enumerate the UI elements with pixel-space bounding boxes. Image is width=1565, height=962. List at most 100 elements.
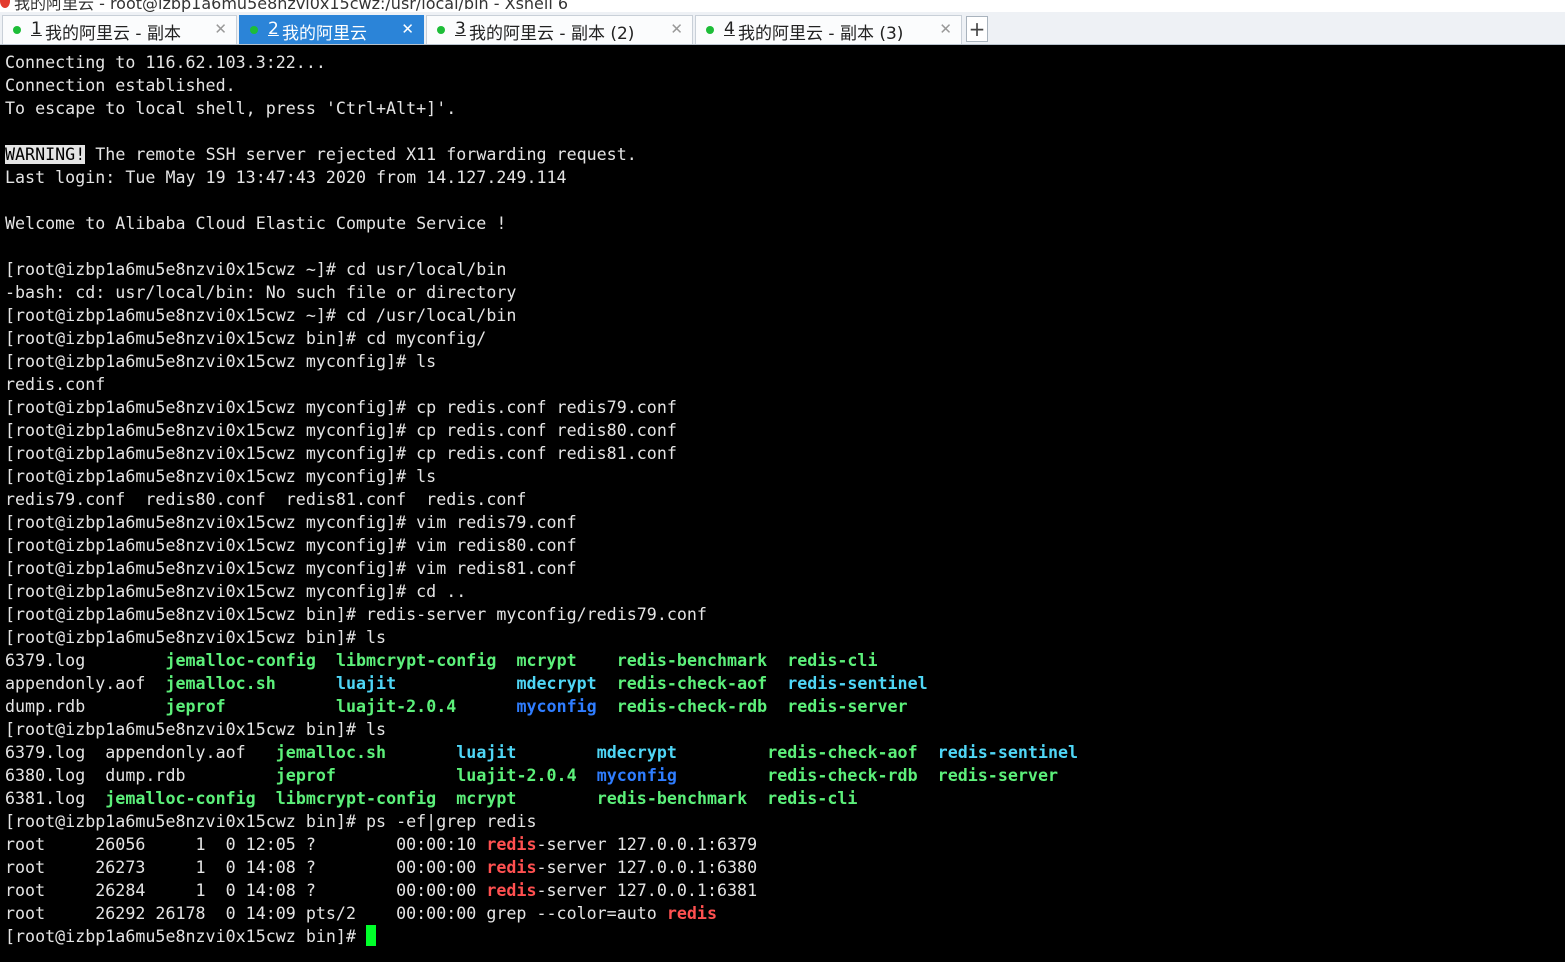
directory-entry: myconfig [516, 697, 597, 716]
session-tab-4[interactable]: 4 我的阿里云 - 副本 (3) ✕ [695, 15, 962, 44]
terminal-line: Connecting to 116.62.103.3:22... [5, 51, 326, 74]
executable-entry: redis-cli [767, 789, 858, 808]
grep-match: redis [486, 858, 537, 877]
close-tab-icon[interactable]: ✕ [670, 20, 683, 38]
terminal-text: Connection established. [5, 76, 236, 95]
executable-entry: redis-check-rdb [767, 766, 918, 785]
terminal-line: 6381.log jemalloc-config libmcrypt-confi… [5, 787, 857, 810]
terminal-text: [root@izbp1a6mu5e8nzvi0x15cwz bin]# redi… [5, 605, 707, 624]
executable-entry: jeprof [165, 697, 226, 716]
terminal-line: 6379.log appendonly.aof jemalloc.sh luaj… [5, 741, 1078, 764]
terminal-line: Connection established. [5, 74, 236, 97]
tab-number: 2 [268, 19, 279, 39]
tab-label: 我的阿里云 [282, 24, 367, 44]
session-tab-2[interactable]: 2 我的阿里云 ✕ [239, 15, 424, 44]
terminal-line: redis79.conf redis80.conf redis81.conf r… [5, 488, 526, 511]
terminal-line: [root@izbp1a6mu5e8nzvi0x15cwz bin]# ps -… [5, 810, 536, 833]
executable-entry: jemalloc.sh [275, 743, 387, 762]
executable-entry: libmcrypt-config [335, 651, 497, 670]
new-tab-button[interactable]: + [966, 16, 988, 42]
terminal-line: redis.conf [5, 373, 105, 396]
terminal-text: [root@izbp1a6mu5e8nzvi0x15cwz ~]# cd /us… [5, 306, 517, 325]
terminal-line: To escape to local shell, press 'Ctrl+Al… [5, 97, 456, 120]
terminal-line: root 26284 1 0 14:08 ? 00:00:00 redis-se… [5, 879, 757, 902]
terminal-text: root 26284 1 0 14:08 ? 00:00:00 [5, 881, 487, 900]
terminal-text: -server 127.0.0.1:6380 [536, 858, 758, 877]
close-tab-icon[interactable]: ✕ [214, 20, 227, 38]
terminal-text: The remote SSH server rejected X11 forwa… [85, 145, 637, 164]
terminal-output[interactable]: Connecting to 116.62.103.3:22... Connecti… [0, 46, 1565, 962]
directory-entry: myconfig [596, 766, 677, 785]
warning-highlight: WARNING! [5, 145, 86, 164]
terminal-line: Welcome to Alibaba Cloud Elastic Compute… [5, 212, 506, 235]
executable-entry: redis-cli [787, 651, 878, 670]
symlink-entry: redis-sentinel [937, 743, 1079, 762]
terminal-line: Last login: Tue May 19 13:47:43 2020 fro… [5, 166, 567, 189]
terminal-line: root 26056 1 0 12:05 ? 00:00:10 redis-se… [5, 833, 757, 856]
terminal-text: [root@izbp1a6mu5e8nzvi0x15cwz bin]# ls [5, 720, 387, 739]
symlink-entry: mdecrypt [516, 674, 597, 693]
terminal-text: [root@izbp1a6mu5e8nzvi0x15cwz bin]# [5, 927, 367, 946]
tab-number: 3 [455, 19, 466, 39]
terminal-text: Welcome to Alibaba Cloud Elastic Compute… [5, 214, 507, 233]
terminal-text: -server 127.0.0.1:6379 [536, 835, 758, 854]
terminal-line: 6379.log jemalloc-config libmcrypt-confi… [5, 649, 878, 672]
executable-entry: mcrypt [456, 789, 517, 808]
terminal-text: root 26292 26178 0 14:09 pts/2 00:00:00 … [5, 904, 667, 923]
close-tab-icon[interactable]: ✕ [401, 20, 414, 38]
session-tab-1[interactable]: 1 我的阿里云 - 副本 ✕ [2, 15, 237, 44]
terminal-line: root 26292 26178 0 14:09 pts/2 00:00:00 … [5, 902, 717, 925]
session-tab-3[interactable]: 3 我的阿里云 - 副本 (2) ✕ [426, 15, 693, 44]
close-tab-icon[interactable]: ✕ [939, 20, 952, 38]
terminal-text: Last login: Tue May 19 13:47:43 2020 fro… [5, 168, 567, 187]
executable-entry: redis-server [787, 697, 908, 716]
terminal-line: [root@izbp1a6mu5e8nzvi0x15cwz ~]# cd /us… [5, 304, 516, 327]
symlink-entry: mdecrypt [596, 743, 677, 762]
terminal-text: root 26273 1 0 14:08 ? 00:00:00 [5, 858, 487, 877]
executable-entry: jeprof [275, 766, 336, 785]
terminal-line: [root@izbp1a6mu5e8nzvi0x15cwz myconfig]#… [5, 350, 436, 373]
window-title-bar: 我的阿里云 - root@izbp1a6mu5e8nzvi0x15cwz:/us… [0, 0, 1565, 12]
tab-number: 4 [724, 19, 735, 39]
executable-entry: redis-benchmark [596, 789, 748, 808]
terminal-text: [root@izbp1a6mu5e8nzvi0x15cwz bin]# cd m… [5, 329, 487, 348]
terminal-text: [root@izbp1a6mu5e8nzvi0x15cwz myconfig]#… [5, 444, 677, 463]
terminal-text: [root@izbp1a6mu5e8nzvi0x15cwz myconfig]#… [5, 513, 577, 532]
terminal-text: [root@izbp1a6mu5e8nzvi0x15cwz myconfig]#… [5, 398, 677, 417]
terminal-line: [root@izbp1a6mu5e8nzvi0x15cwz myconfig]#… [5, 534, 577, 557]
executable-entry: luajit-2.0.4 [335, 697, 457, 716]
connected-status-icon [706, 26, 714, 34]
tab-label: 我的阿里云 - 副本 (2) [469, 24, 635, 44]
terminal-text: [root@izbp1a6mu5e8nzvi0x15cwz myconfig]#… [5, 536, 577, 555]
terminal-text: redis.conf [5, 375, 106, 394]
terminal-line: [root@izbp1a6mu5e8nzvi0x15cwz ~]# cd usr… [5, 258, 506, 281]
executable-entry: jemalloc-config [165, 651, 316, 670]
executable-entry: redis-check-aof [767, 743, 918, 762]
terminal-text: [root@izbp1a6mu5e8nzvi0x15cwz ~]# cd usr… [5, 260, 507, 279]
executable-entry: jemalloc.sh [165, 674, 276, 693]
terminal-text: appendonly.aof [5, 674, 166, 693]
executable-entry: luajit-2.0.4 [456, 766, 577, 785]
terminal-line: [root@izbp1a6mu5e8nzvi0x15cwz bin]# cd m… [5, 327, 486, 350]
terminal-line: -bash: cd: usr/local/bin: No such file o… [5, 281, 516, 304]
terminal-text: -server 127.0.0.1:6381 [536, 881, 758, 900]
terminal-text: 6379.log appendonly.aof [5, 743, 276, 762]
terminal-line: [root@izbp1a6mu5e8nzvi0x15cwz myconfig]#… [5, 557, 577, 580]
terminal-cursor [366, 925, 377, 946]
grep-match: redis [486, 881, 537, 900]
tab-number: 1 [31, 19, 42, 39]
